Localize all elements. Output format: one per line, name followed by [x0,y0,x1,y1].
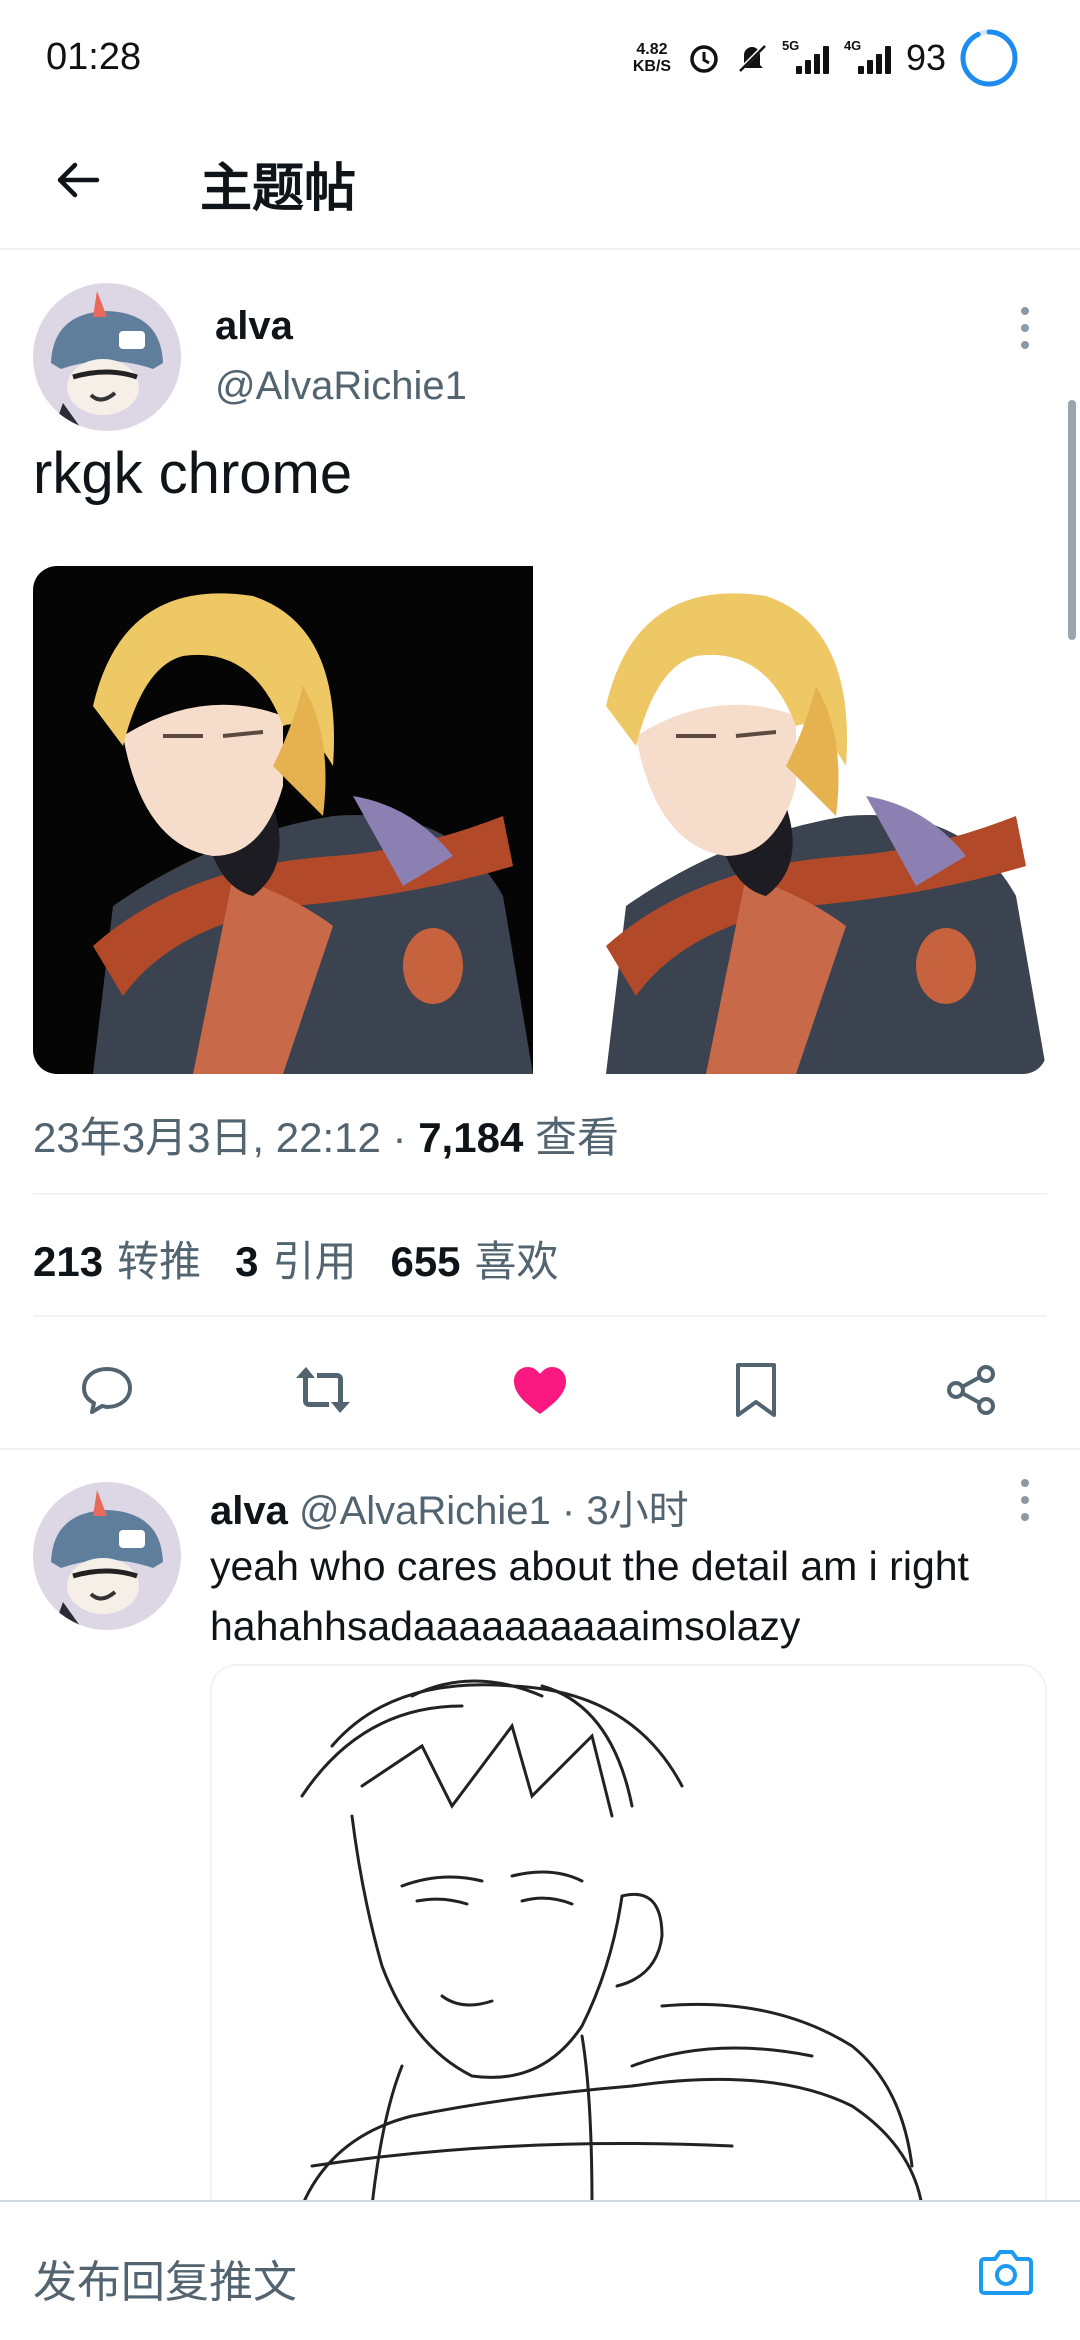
status-time: 01:28 [46,36,142,78]
views-count: 7,184 [418,1114,524,1161]
sketch-image [212,1666,1045,2204]
retweets-count: 213 [33,1238,104,1285]
network-speed-unit: KB/S [632,58,672,75]
avatar-image [33,283,181,431]
likes-count: 655 [390,1238,461,1285]
author-handle[interactable]: @AlvaRichie1 [215,364,467,409]
tweet-stats: 213 转推 3 引用 655 喜欢 [33,1228,559,1289]
illustration-light-image [546,566,1047,1074]
retweets-label: 转推 [117,1238,202,1285]
tweet-text: rkgk chrome [33,441,353,506]
sim2-tag: 4G [843,38,862,53]
camera-button[interactable] [976,2242,1036,2302]
share-button[interactable] [940,1358,1004,1422]
reply-author-handle[interactable]: @AlvaRichie1 [299,1489,551,1533]
divider [0,1448,1080,1450]
more-options-button[interactable] [1010,298,1040,358]
tweet-image-dark[interactable] [33,566,533,1074]
arrow-left-icon [57,162,100,198]
views-label: 查看 [523,1114,619,1161]
reply-button[interactable] [75,1358,139,1422]
reply-header: alva @AlvaRichie1 · 3小时 [210,1478,689,1536]
divider [33,1193,1047,1195]
bookmark-button[interactable] [724,1358,788,1422]
share-icon [947,1365,995,1415]
network-speed: 4.82 KB/S [630,41,674,75]
sim1-tag: 5G [781,38,800,53]
bookmark-icon [736,1363,776,1417]
status-bar: 01:28 4.82 KB/S 5G 4G 93 [0,0,1080,120]
retweet-button[interactable] [291,1358,355,1422]
comment-icon [82,1367,132,1414]
reply-compose-bar: 发布回复推文 [0,2200,1080,2340]
tweet-timestamp: 23年3月3日, 22:12 · [33,1114,419,1161]
reply-text-line: yeah who cares about the detail am i rig… [210,1543,969,1589]
scrollbar[interactable] [1068,400,1076,640]
status-icons: 4.82 KB/S 5G 4G 93 [630,26,1020,90]
thread-header: 主题帖 [0,120,1080,250]
battery-percent: 93 [905,37,946,78]
reply-avatar[interactable] [33,1482,181,1630]
reply-text: yeah who cares about the detail am i rig… [210,1536,1030,1656]
retweet-icon [296,1367,350,1413]
signal-sim1-icon: 5G [782,38,832,74]
quotes-count: 3 [235,1238,259,1285]
illustration-dark-image [33,566,533,1074]
reply-author-name[interactable]: alva [210,1489,288,1533]
avatar[interactable] [33,283,181,431]
camera-icon [979,2250,1033,2295]
likes-label: 喜欢 [474,1238,559,1285]
back-button[interactable] [48,150,108,210]
avatar-image [33,1482,181,1630]
tweet-meta: 23年3月3日, 22:12 · 7,184 查看 [33,1104,619,1165]
reply-text-line: hahahhsadaaaaaaaaaaimsolazy [210,1603,801,1649]
tweet-image-light[interactable] [546,566,1047,1074]
divider [33,1315,1047,1317]
quotes-label: 引用 [272,1238,357,1285]
reply-input[interactable]: 发布回复推文 [33,2246,297,2310]
tweet-actions [0,1340,1080,1440]
battery-ring-icon [960,29,1018,87]
signal-sim2-icon: 4G [844,38,894,74]
mute-icon [734,40,770,76]
likes-stat[interactable]: 655 喜欢 [390,1228,558,1289]
alarm-icon [686,40,722,76]
retweets-stat[interactable]: 213 转推 [33,1228,201,1289]
network-speed-value: 4.82 [636,41,668,58]
page-title: 主题帖 [200,160,357,218]
quotes-stat[interactable]: 3 引用 [235,1228,356,1289]
heart-icon [514,1367,566,1414]
reply-more-options-button[interactable] [1010,1470,1040,1530]
reply-image[interactable] [210,1664,1047,2204]
reply-time: · 3小时 [550,1489,689,1533]
author-name[interactable]: alva [215,304,293,349]
like-button[interactable] [508,1358,572,1422]
